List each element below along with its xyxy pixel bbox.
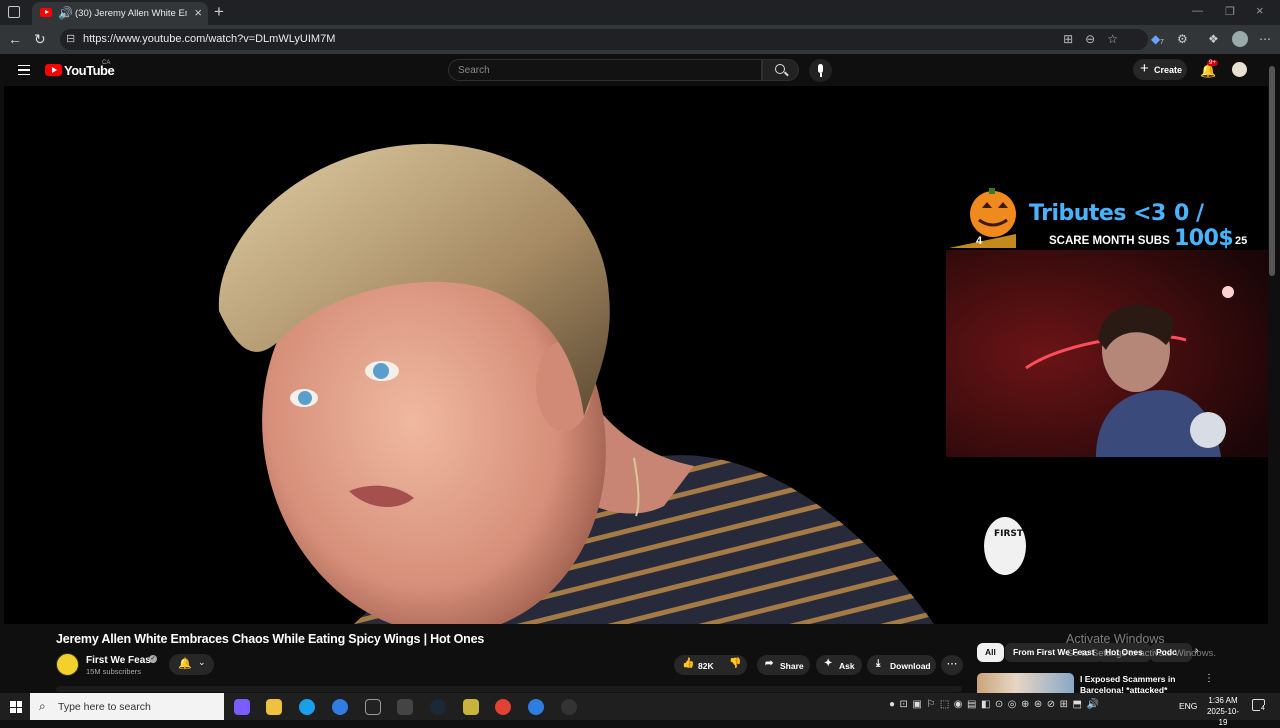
address-bar-icons[interactable]: ⊞⊖☆ xyxy=(1063,32,1130,46)
edge-profile-icon[interactable] xyxy=(332,699,348,715)
clock-date: 2025-10-19 xyxy=(1206,707,1240,727)
collections-icon[interactable]: ❖ xyxy=(1208,32,1219,46)
youtube-favicon-icon xyxy=(40,8,52,17)
chrome-icon[interactable] xyxy=(495,699,511,715)
tab-title: (30) Jeremy Allen White Embraces Chaos W… xyxy=(75,8,187,19)
overlay-tributes-goal: 0 / 100$ xyxy=(1174,201,1234,251)
video-title: Jeremy Allen White Embraces Chaos While … xyxy=(56,632,485,646)
subscriber-count: 15M subscribers xyxy=(86,667,142,676)
like-thumb-icon[interactable]: 👍 xyxy=(682,658,694,669)
terminal-app-icon[interactable] xyxy=(365,699,381,715)
copilot-app-icon[interactable] xyxy=(234,699,250,715)
back-arrow-icon[interactable]: ← xyxy=(8,31,22,47)
youtube-logo-icon[interactable] xyxy=(45,64,62,76)
download-icon: ⤓ xyxy=(876,658,881,669)
overlay-left-count: 4 xyxy=(976,235,983,247)
activate-windows-title: Activate Windows xyxy=(1066,632,1165,646)
like-count[interactable]: 82K xyxy=(698,661,714,671)
close-window-icon[interactable]: × xyxy=(1256,3,1264,18)
file-explorer-icon[interactable] xyxy=(266,699,282,715)
create-label: Create xyxy=(1154,65,1183,75)
ask-button[interactable]: ✦ Ask xyxy=(816,655,862,675)
close-tab-icon[interactable]: × xyxy=(194,5,202,20)
menu-icon[interactable] xyxy=(18,65,30,75)
channel-avatar[interactable] xyxy=(56,653,79,676)
tab-actions-icon[interactable] xyxy=(8,6,20,18)
video-player[interactable]: FIRST Tributes <3 0 / 100$ 4 SCARE MONTH… xyxy=(4,86,1268,624)
recommended-video-thumbnail[interactable] xyxy=(977,673,1074,693)
chevron-down-icon: ⌄ xyxy=(198,657,206,667)
extension-badge: 7 xyxy=(1160,39,1164,46)
search-input[interactable]: Search xyxy=(448,59,762,81)
sparkle-icon: ✦ xyxy=(824,658,833,669)
obs-icon[interactable] xyxy=(561,699,577,715)
account-avatar[interactable] xyxy=(1232,62,1247,77)
site-info-icon[interactable]: ⊟ xyxy=(66,32,75,45)
plus-icon: + xyxy=(1140,60,1149,77)
edge-browser-icon[interactable] xyxy=(299,699,315,715)
channel-name[interactable]: First We Feast xyxy=(86,655,154,666)
url-text[interactable]: https://www.youtube.com/watch?v=DLmWLyUI… xyxy=(83,33,335,45)
search-placeholder: Search xyxy=(458,65,490,76)
search-icon xyxy=(775,64,785,74)
recommended-video-menu-icon[interactable]: ⋮ xyxy=(1204,673,1214,684)
scrollbar-thumb[interactable] xyxy=(1269,66,1275,276)
ask-label: Ask xyxy=(839,660,855,671)
share-label: Share xyxy=(780,660,804,671)
search-button[interactable] xyxy=(762,59,799,81)
browser-tab-bar: 🔊 (30) Jeremy Allen White Embraces Chaos… xyxy=(0,0,1280,25)
description-box[interactable] xyxy=(56,686,962,692)
overlay-tributes-title: Tributes <3 xyxy=(1029,201,1166,226)
download-button[interactable]: ⤓ Download xyxy=(867,655,936,675)
chip-all[interactable]: All xyxy=(977,643,1004,662)
taskbar-search-placeholder: Type here to search xyxy=(58,701,151,713)
system-tray-icons[interactable]: ●⊡▣⚐⬚◉▤◧⊙◎⊕⊛⊘⊞⬒🔊 xyxy=(889,699,1103,710)
taskbar-clock[interactable]: 1:36 AM 2025-10-19 xyxy=(1203,695,1243,728)
create-button[interactable]: + Create xyxy=(1133,59,1187,80)
streamer-webcam-overlay xyxy=(946,250,1268,457)
browser-menu-icon[interactable]: ⋯ xyxy=(1259,32,1271,46)
steam-icon[interactable] xyxy=(430,699,446,715)
download-label: Download xyxy=(890,660,931,671)
speaker-icon[interactable]: 🔊 xyxy=(58,6,73,20)
activate-windows-subtitle: Go to Settings to activate Windows. xyxy=(1066,648,1216,659)
bell-icon: 🔔 xyxy=(178,658,192,670)
minimize-icon[interactable]: — xyxy=(1192,5,1203,17)
new-tab-button[interactable]: + xyxy=(214,2,224,22)
notification-count: 4 xyxy=(1260,705,1266,712)
address-bar[interactable]: ⊟ https://www.youtube.com/watch?v=DLmWLy… xyxy=(60,29,1148,50)
subscription-bell-button[interactable]: 🔔 ⌄ xyxy=(169,654,214,675)
language-indicator[interactable]: ENG xyxy=(1179,701,1197,711)
country-code: CA xyxy=(102,60,111,66)
dislike-thumb-icon[interactable]: 👎 xyxy=(729,658,741,669)
profile-avatar[interactable] xyxy=(1232,31,1248,47)
browser-toolbar: ← ↻ ⊟ https://www.youtube.com/watch?v=DL… xyxy=(0,25,1280,54)
settings-gear-icon[interactable] xyxy=(397,699,413,715)
notification-badge: 9+ xyxy=(1207,60,1218,66)
extension-icon[interactable]: ◆ xyxy=(1151,32,1160,46)
first-we-feast-logo-icon: FIRST xyxy=(994,529,1024,539)
overlay-scare-label: SCARE MONTH SUBS xyxy=(1049,235,1170,247)
windows-taskbar: ⌕ Type here to search ●⊡▣⚐⬚◉▤◧⊙◎⊕⊛⊘⊞⬒🔊 E… xyxy=(0,693,1280,727)
like-dislike-group: 👍 82K 👎 xyxy=(674,655,747,675)
reload-icon[interactable]: ↻ xyxy=(34,31,46,48)
extensions-puzzle-icon[interactable]: ⚙ xyxy=(1177,32,1188,46)
share-button[interactable]: ➦ Share xyxy=(757,655,810,675)
more-actions-button[interactable]: ⋯ xyxy=(941,655,963,675)
browser-tab[interactable]: 🔊 (30) Jeremy Allen White Embraces Chaos… xyxy=(32,2,208,25)
search-icon: ⌕ xyxy=(39,699,46,713)
edge-dev-icon[interactable] xyxy=(528,699,544,715)
verified-check-icon: ✓ xyxy=(149,655,157,663)
maximize-icon[interactable]: ❐ xyxy=(1225,5,1235,18)
notes-app-icon[interactable] xyxy=(463,699,479,715)
taskbar-search-input[interactable]: ⌕ Type here to search xyxy=(30,693,224,720)
windows-start-icon[interactable] xyxy=(10,701,22,713)
share-arrow-icon: ➦ xyxy=(765,658,774,669)
clock-time: 1:36 AM xyxy=(1208,696,1238,705)
overlay-right-count: 25 xyxy=(1235,235,1248,247)
voice-search-button[interactable] xyxy=(809,59,832,82)
youtube-header: YouTube CA Search + Create 🔔 9+ xyxy=(0,54,1280,86)
page-scrollbar[interactable] xyxy=(1268,58,1276,688)
recommended-video-title[interactable]: I Exposed Scammers in Barcelona! *attack… xyxy=(1080,674,1190,693)
